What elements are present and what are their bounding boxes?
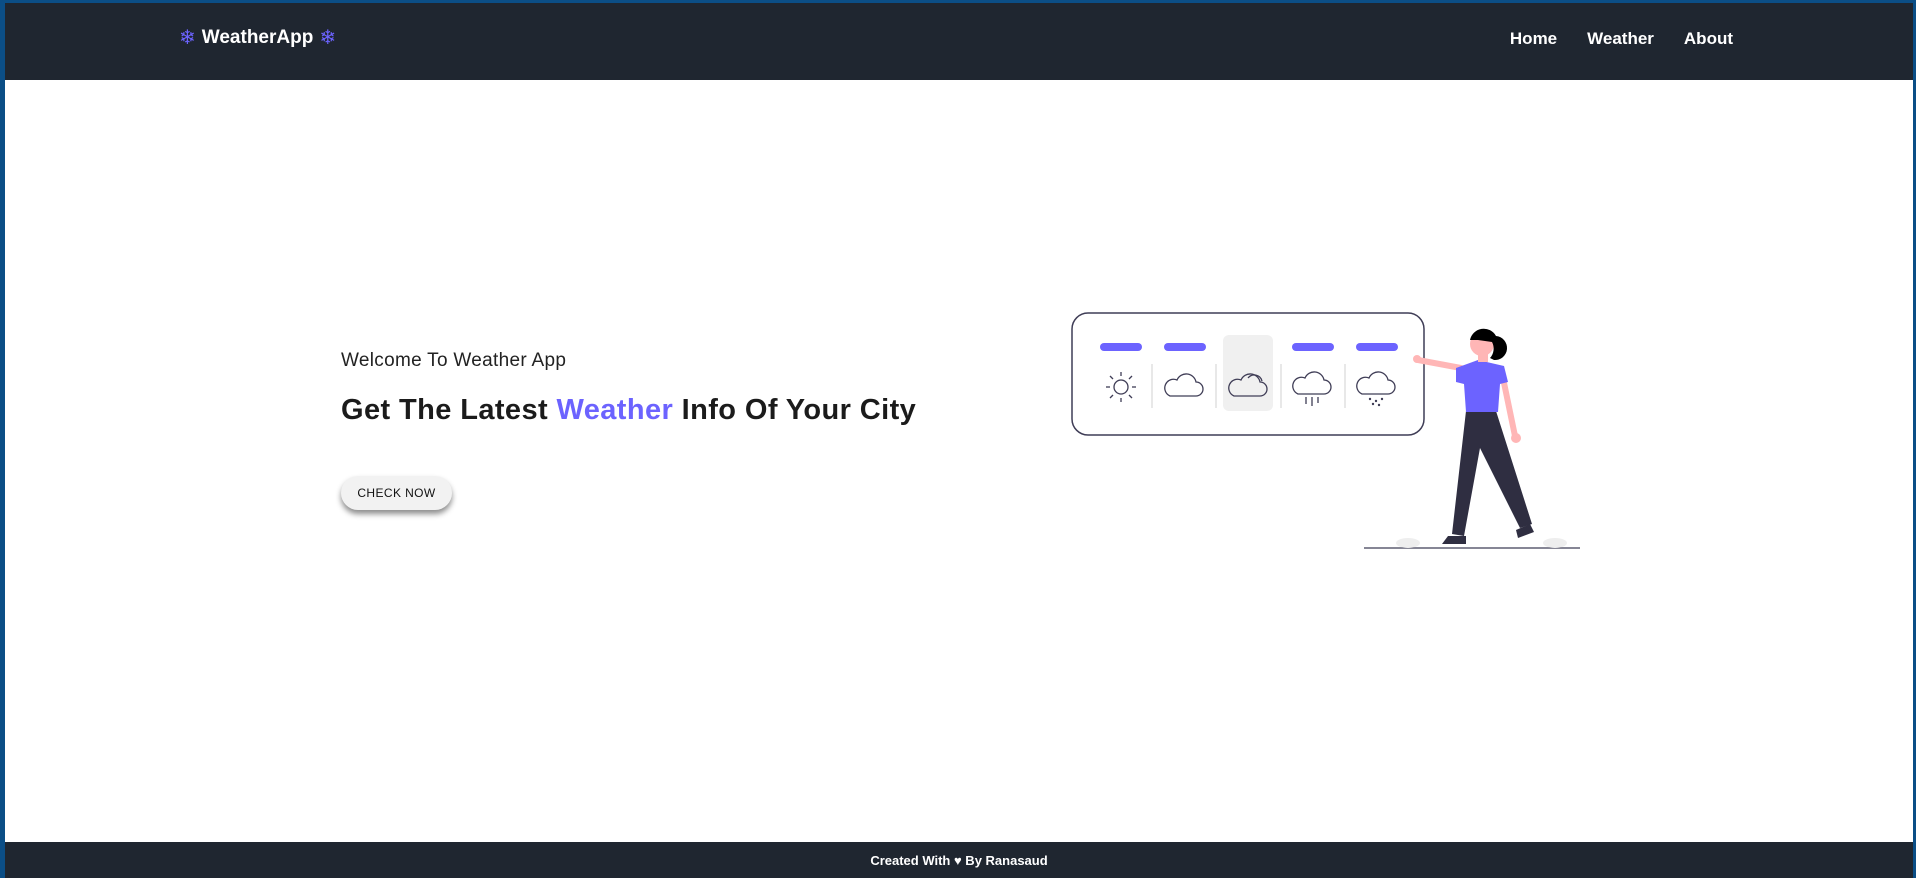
headline-suffix: Info Of Your City (673, 394, 917, 426)
brand-name: WeatherApp (201, 26, 314, 48)
nav-weather[interactable]: Weather (1587, 29, 1654, 49)
nav-about[interactable]: About (1684, 29, 1733, 49)
brand[interactable]: ❄ WeatherApp ❄ (179, 25, 336, 50)
accent-bar (1164, 343, 1206, 351)
footer-credit: Created With ♥ By Ranasaud (870, 852, 1048, 868)
weather-illustration (1071, 312, 1580, 549)
accent-bar (1356, 343, 1398, 351)
snowflake-icon: ❄ (319, 27, 337, 49)
welcome-text: Welcome To Weather App (341, 350, 567, 371)
selected-cell (1223, 335, 1273, 411)
accent-bar (1292, 343, 1334, 351)
person-figure (1413, 328, 1534, 544)
hero-headline: Get The Latest Weather Info Of Your City (341, 394, 916, 427)
hero: Welcome To Weather App Get The Latest We… (341, 350, 916, 427)
navbar: ❄ WeatherApp ❄ Home Weather About (5, 3, 1913, 80)
snowflake-icon: ❄ (179, 27, 196, 49)
window-frame (0, 0, 1916, 878)
nav-home[interactable]: Home (1510, 29, 1557, 49)
footer: Created With ♥ By Ranasaud (5, 842, 1913, 878)
main-nav: Home Weather About (1510, 29, 1733, 49)
bush (1396, 538, 1420, 548)
bush (1543, 538, 1567, 548)
headline-prefix: Get The Latest (341, 394, 557, 426)
check-now-button[interactable]: CHECK NOW (341, 476, 452, 510)
accent-bar (1100, 343, 1142, 351)
headline-accent: Weather (556, 394, 674, 426)
